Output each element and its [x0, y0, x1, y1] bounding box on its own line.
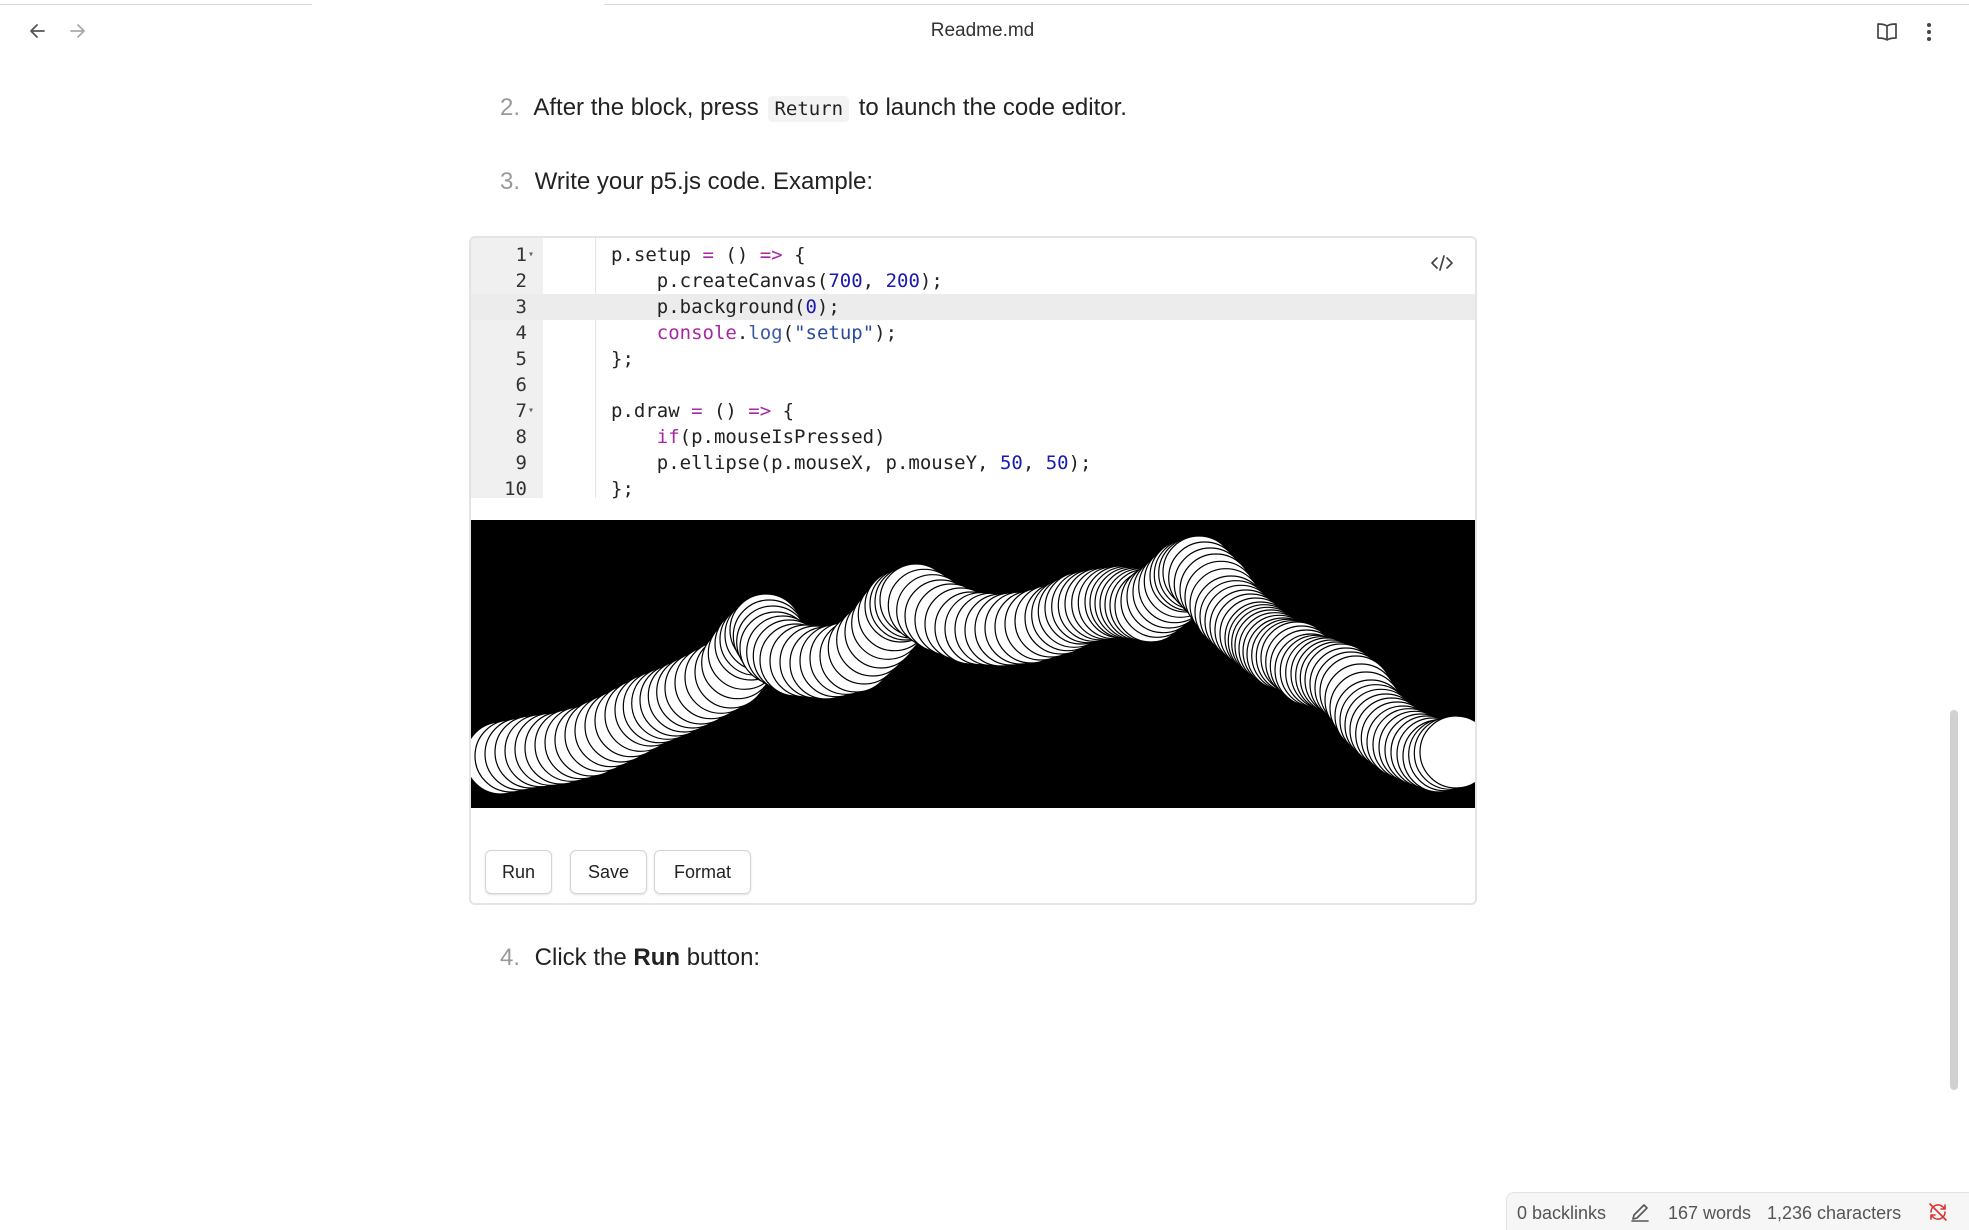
code-icon	[1431, 255, 1453, 271]
sync-off-icon	[1929, 1203, 1947, 1221]
line-code: p.ellipse(p.mouseX, p.mouseY, 50, 50);	[611, 452, 1092, 474]
step-text: button:	[686, 944, 761, 971]
p5-code-block: 1 ▾ p.setup = () => {2 p.createCanvas(700,…	[469, 236, 1477, 905]
line-number: 9	[515, 452, 527, 474]
backlinks-count[interactable]: 0 backlinks	[1517, 1203, 1606, 1224]
step-number: 4.	[500, 944, 521, 971]
character-count: 1,236 characters	[1767, 1203, 1902, 1223]
line-number: 7	[515, 400, 527, 422]
word-count: 167 words	[1668, 1203, 1752, 1223]
code-line[interactable]: 1 ▾ p.setup = () => {	[471, 242, 1475, 268]
step-2: 2. After the block, press Return to laun…	[500, 94, 1127, 122]
toggle-code-button[interactable]	[1427, 250, 1457, 276]
save-button[interactable]: Save	[570, 850, 647, 894]
step-number: 2.	[500, 94, 521, 121]
line-number: 2	[515, 270, 527, 292]
pencil-icon	[1631, 1204, 1649, 1222]
more-vertical-icon	[1927, 23, 1931, 41]
code-line[interactable]: 10};	[471, 476, 1475, 502]
line-number: 6	[515, 374, 527, 396]
window-title: Readme.md	[930, 20, 1035, 41]
code-line[interactable]: 6	[471, 372, 1475, 398]
line-code: if(p.mouseIsPressed)	[656, 426, 886, 448]
line-number: 4	[515, 322, 527, 344]
book-open-icon	[1877, 23, 1897, 41]
step-text: Write your p5.js code. Example:	[534, 168, 874, 195]
line-number: 1	[515, 244, 527, 266]
canvas-drawing	[471, 535, 1475, 795]
code-line[interactable]: 4 console.log("setup");	[471, 320, 1475, 346]
step-text: After the block, press	[533, 94, 759, 121]
format-button[interactable]: Format	[654, 850, 751, 894]
line-code: p.setup = () => {	[611, 244, 806, 266]
code-line[interactable]: 2 p.createCanvas(700, 200);	[471, 268, 1475, 294]
code-line[interactable]: 7 ▾ p.draw = () => {	[471, 398, 1475, 424]
code-line[interactable]: 3 p.background(0);	[471, 294, 1475, 320]
fold-caret-icon[interactable]: ▾	[528, 398, 534, 424]
step-number: 3.	[500, 168, 521, 195]
line-code: };	[611, 348, 634, 370]
run-button[interactable]: Run	[485, 850, 552, 894]
step-text: Click the	[534, 944, 627, 971]
line-code: p.background(0);	[611, 296, 840, 318]
code-line[interactable]: 8 if(p.mouseIsPressed)	[471, 424, 1475, 450]
code-editor[interactable]: 1 ▾ p.setup = () => {2 p.createCanvas(700,…	[471, 238, 1475, 500]
line-code: p.draw = () => {	[611, 400, 795, 422]
p5-canvas-output[interactable]	[471, 520, 1475, 808]
step-bold-text: Run	[633, 944, 681, 971]
line-number: 3	[515, 296, 527, 318]
step-4: 4. Click the Run button:	[500, 944, 760, 972]
line-number: 5	[515, 348, 527, 370]
sync-status-button[interactable]	[1927, 1201, 1949, 1228]
scrollbar-thumb[interactable]	[1950, 710, 1958, 1090]
line-code: p.createCanvas(700, 200);	[611, 270, 943, 292]
line-code: console.log("setup");	[656, 322, 898, 344]
top-bar: Readme.md	[0, 0, 1969, 62]
status-bar: 0 backlinks 167 words 1,236 characters	[1506, 1192, 1969, 1230]
edit-mode-button[interactable]	[1629, 1201, 1651, 1228]
reading-view-button[interactable]	[1873, 18, 1901, 46]
step-3: 3. Write your p5.js code. Example:	[500, 168, 873, 196]
line-number: 10	[504, 478, 527, 500]
inline-code: Return	[768, 96, 850, 122]
line-code: };	[611, 478, 634, 500]
code-line[interactable]: 9 p.ellipse(p.mouseX, p.mouseY, 50, 50);	[471, 450, 1475, 476]
code-line[interactable]: 5};	[471, 346, 1475, 372]
fold-caret-icon[interactable]: ▾	[528, 242, 534, 268]
line-number: 8	[515, 426, 527, 448]
step-text: to launch the code editor.	[858, 94, 1127, 121]
more-options-button[interactable]	[1915, 18, 1943, 46]
